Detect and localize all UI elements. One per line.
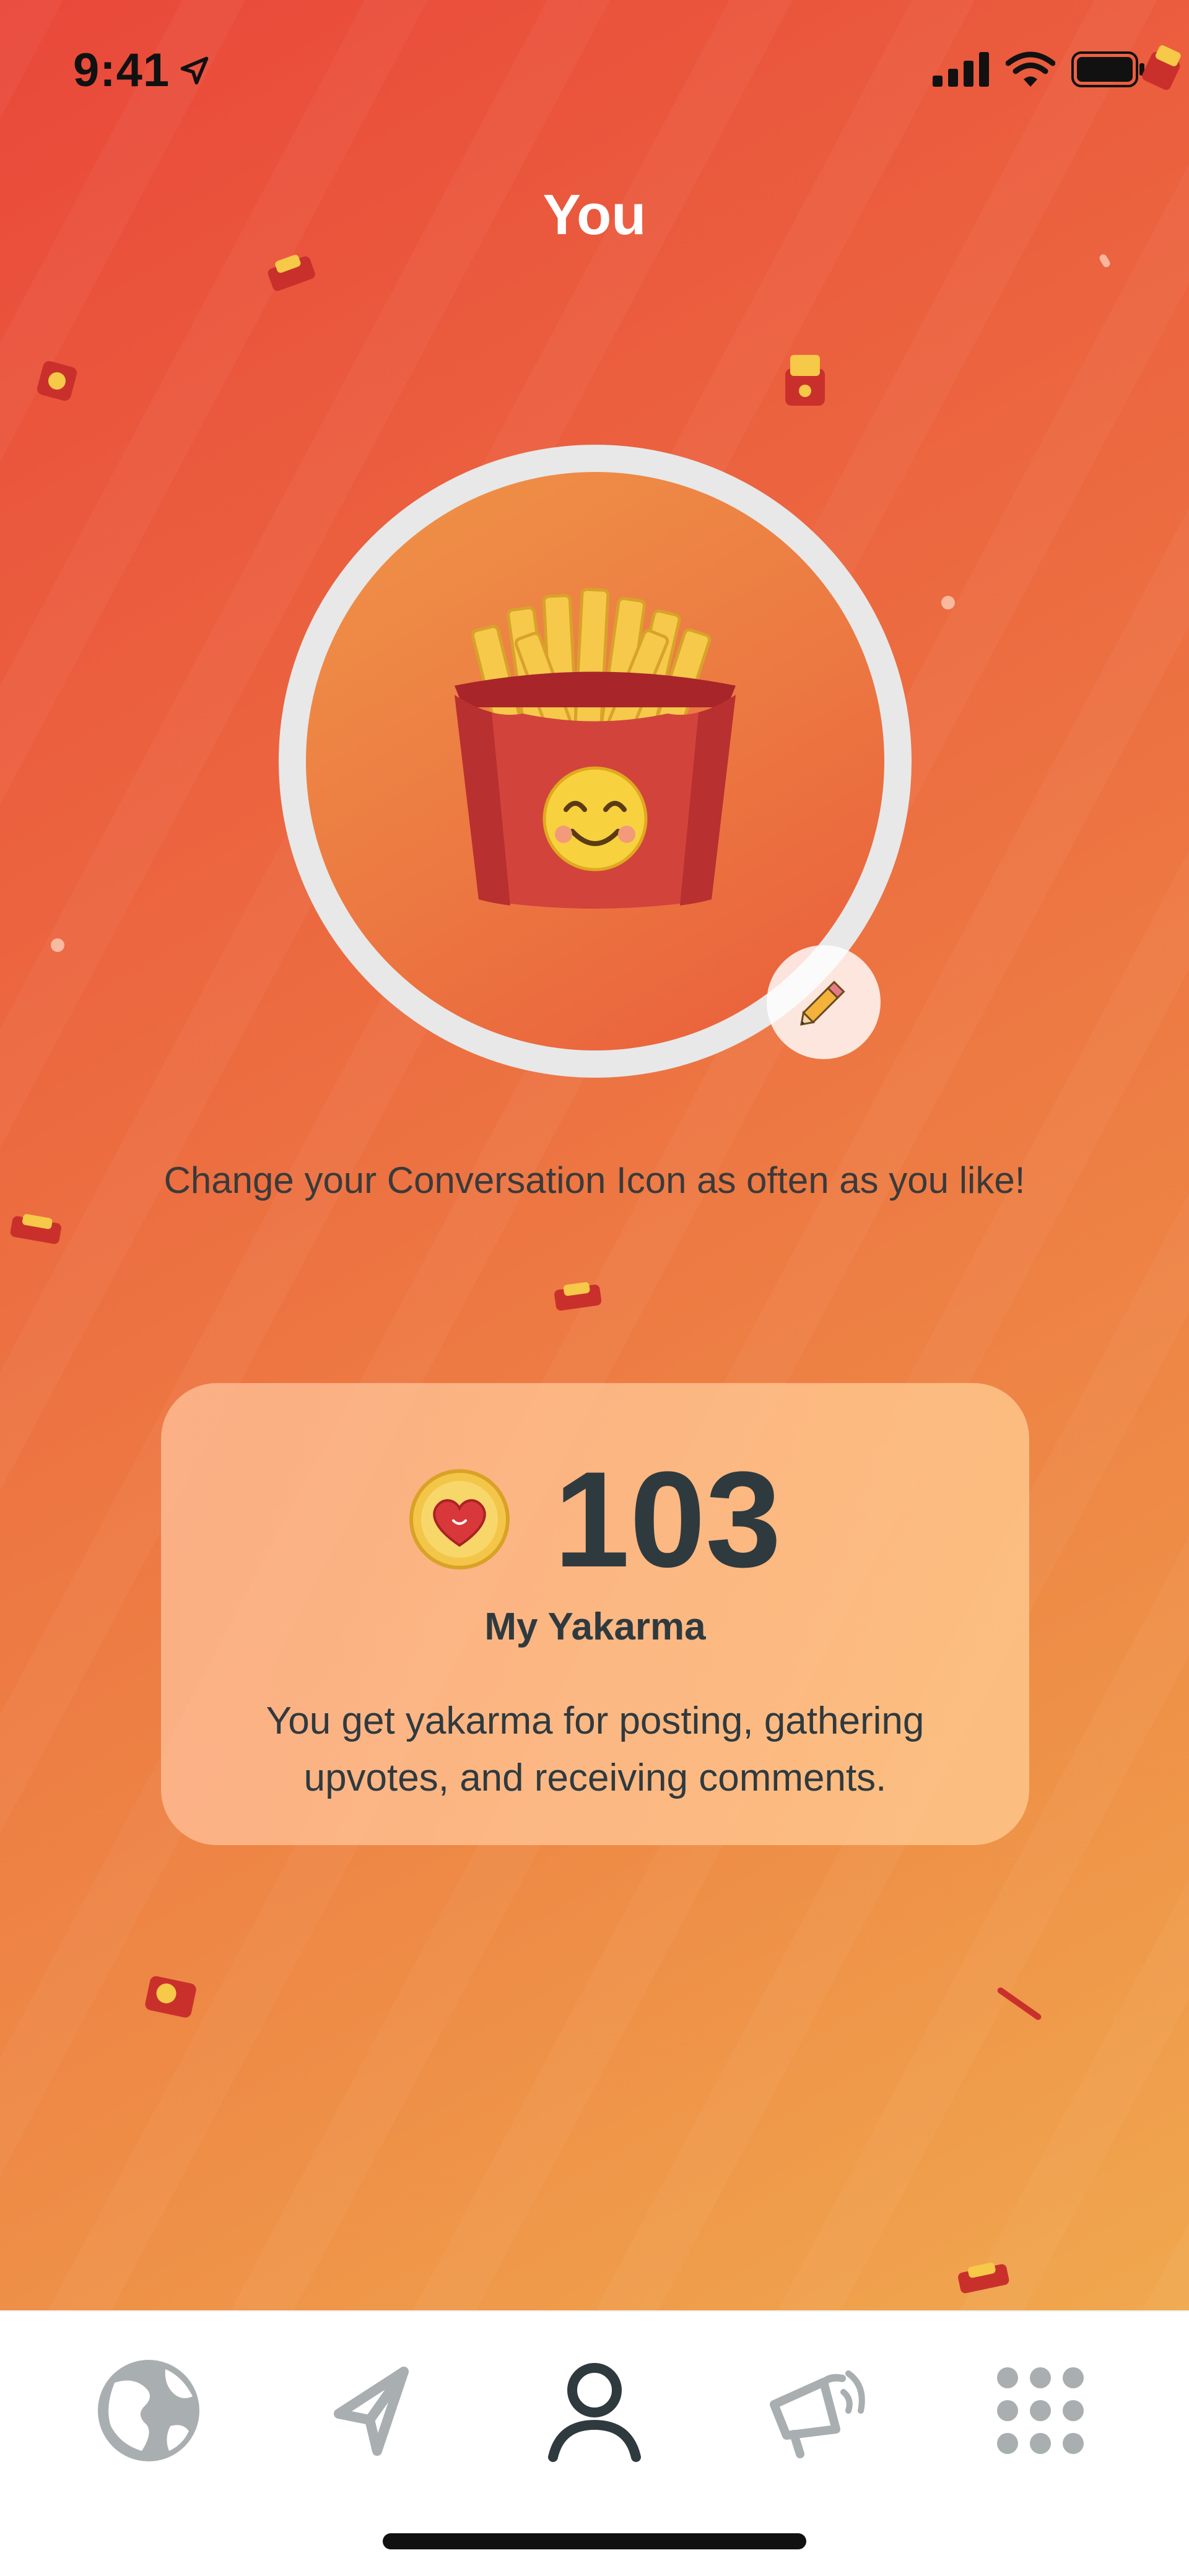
yakarma-description: You get yakarma for posting, gathering u… [266,1700,925,1799]
tab-more[interactable] [966,2336,1115,2485]
person-icon [548,2363,641,2462]
paper-plane-icon [334,2367,409,2456]
wifi-icon [1006,51,1055,87]
edit-avatar-button[interactable] [767,945,881,1059]
confetti-dot [51,938,64,952]
yakarma-score-row: 103 [161,1451,1029,1587]
status-time: 9:41 [73,43,211,97]
confetti-dot [1098,253,1112,269]
location-arrow-icon [180,56,209,84]
status-indicators [933,51,1146,88]
fries-confetti-icon [268,255,315,291]
status-time-text: 9:41 [73,44,170,97]
heart-coin-icon [409,1469,510,1570]
yakarma-card: 103 My Yakarma You get yakarma for posti… [161,1383,1029,1845]
megaphone-icon [770,2370,865,2458]
pencil-icon [800,980,845,1026]
tab-announcements[interactable] [743,2336,892,2485]
confetti-streak [996,1986,1043,2022]
yakarma-label: My Yakarma [484,1605,706,1648]
profile-screen: 9:41 You Change your Conversation Icon a… [0,0,1189,2310]
fries-confetti-icon [785,355,825,406]
tab-profile[interactable] [520,2336,669,2485]
tab-post[interactable] [298,2336,447,2485]
yakarma-value: 103 [554,1443,782,1596]
fries-confetti-icon [10,1214,61,1244]
fries-confetti-icon [554,1282,602,1311]
fries-confetti-icon [1142,45,1181,90]
grid-dots-icon [997,2367,1084,2454]
fries-confetti-icon [958,2263,1009,2294]
home-indicator[interactable] [383,2533,806,2549]
tab-explore[interactable] [74,2336,223,2485]
battery-icon [1071,51,1144,87]
globe-icon [98,2360,199,2461]
fries-confetti-icon [145,1976,196,2018]
fries-confetti-icon [37,360,77,401]
avatar-caption: Change your Conversation Icon as often a… [163,1159,1026,1201]
page-title: You [542,183,647,247]
cellular-signal-icon [933,52,989,87]
confetti-dot [941,596,955,609]
